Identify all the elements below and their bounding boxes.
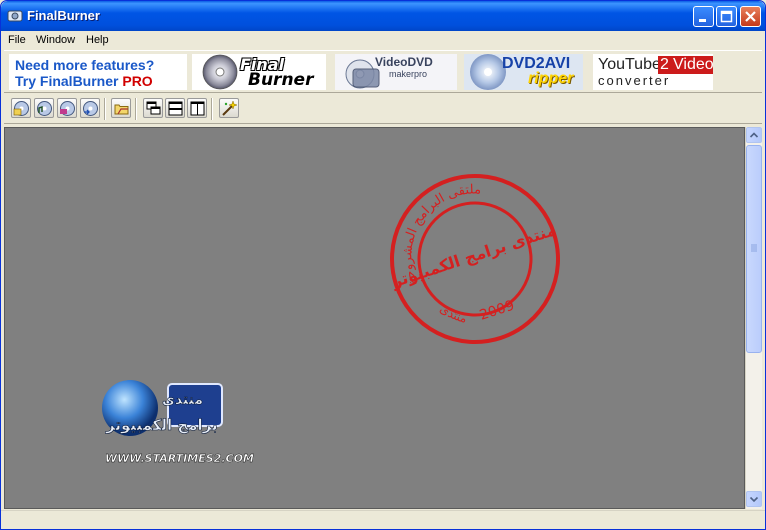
logo-url: WWW.STARTIMES2.COM	[105, 452, 254, 465]
chevron-up-icon	[749, 132, 759, 138]
new-audio-disc-button[interactable]	[34, 98, 54, 118]
close-button[interactable]	[740, 6, 761, 27]
menu-window[interactable]: Window	[36, 34, 75, 46]
tile-horizontal-icon	[168, 101, 183, 116]
window-title: FinalBurner	[27, 8, 100, 23]
watermark-logo: منتدى برامج الكمبيوتر WWW.STARTIMES2.COM	[102, 380, 254, 465]
youtube-two-badge: 2	[658, 56, 671, 74]
main-toolbar	[4, 94, 762, 124]
scroll-thumb[interactable]	[746, 145, 762, 353]
pro-label: PRO	[122, 73, 153, 89]
folder-icon	[114, 104, 129, 115]
toolbar-separator	[104, 98, 106, 120]
magic-wand-icon	[222, 100, 238, 116]
stamp-year: 2009	[478, 298, 517, 324]
videodvd-maker-ad[interactable]: VideoDVD makerpro	[335, 54, 457, 90]
final-burner-word-2: Burner	[248, 70, 314, 90]
close-icon	[745, 11, 756, 22]
new-data-disc-button[interactable]	[11, 98, 31, 118]
app-icon	[7, 10, 23, 22]
logo-line-2: برامج الكمبيوتر	[105, 416, 218, 434]
audio-disc-icon	[37, 101, 52, 116]
scroll-up-button[interactable]	[746, 127, 762, 143]
status-bar	[1, 510, 765, 529]
youtube-video-word: Video	[671, 56, 713, 74]
watermark-stamp: ملتقى البرامج المشروحة منتدى برامج الكمب…	[385, 174, 560, 344]
youtube-video-converter-ad[interactable]: YouTube 2 Video converter	[593, 54, 713, 90]
open-folder-button[interactable]	[111, 98, 131, 118]
ad-banner-bar: Need more features? Try FinalBurner PRO …	[4, 50, 762, 93]
app-window: FinalBurner File Window Help Need more f…	[0, 0, 766, 530]
wizard-button[interactable]	[219, 98, 239, 118]
copy-disc-button[interactable]	[80, 98, 100, 118]
promo-line-2: Try FinalBurner PRO	[15, 73, 153, 89]
toolbar-separator	[135, 98, 137, 120]
chevron-down-icon	[749, 496, 759, 503]
dvd2avi-subtitle: ripper	[528, 70, 574, 87]
tile-vertical-button[interactable]	[187, 98, 207, 118]
cascade-windows-button[interactable]	[143, 98, 163, 118]
data-disc-icon	[13, 101, 29, 116]
menu-help[interactable]: Help	[86, 34, 109, 46]
tile-vertical-icon	[190, 101, 205, 116]
video-disc-icon	[60, 101, 75, 116]
toolbar-separator	[211, 98, 213, 120]
mdi-workspace[interactable]: ملتقى البرامج المشروحة منتدى برامج الكمب…	[4, 127, 745, 509]
maximize-icon	[720, 10, 733, 23]
minimize-button[interactable]	[693, 6, 714, 27]
menu-bar: File Window Help	[1, 31, 765, 49]
menu-file[interactable]: File	[8, 34, 26, 46]
maximize-button[interactable]	[716, 6, 737, 27]
youtube-word: YouTube	[598, 56, 661, 73]
vertical-scrollbar[interactable]	[745, 127, 762, 509]
dvd2avi-ripper-ad[interactable]: DVD2AVI ripper	[464, 54, 583, 90]
finalburner-ad[interactable]: Final Burner	[192, 54, 326, 90]
tile-horizontal-button[interactable]	[165, 98, 185, 118]
cascade-icon	[146, 101, 161, 115]
finalburner-pro-ad[interactable]: Need more features? Try FinalBurner PRO	[9, 54, 187, 90]
copy-disc-icon	[83, 101, 98, 116]
videodvd-subtitle: makerpro	[389, 69, 428, 79]
grip-icon	[751, 244, 757, 252]
minimize-icon	[699, 19, 706, 22]
videodvd-title: VideoDVD	[375, 55, 433, 69]
title-bar[interactable]: FinalBurner	[1, 1, 765, 31]
scroll-down-button[interactable]	[746, 491, 762, 507]
promo-line-1: Need more features?	[15, 57, 155, 73]
logo-line-1: منتدى	[162, 392, 203, 408]
youtube-converter-word: converter	[598, 73, 671, 88]
new-video-disc-button[interactable]	[57, 98, 77, 118]
